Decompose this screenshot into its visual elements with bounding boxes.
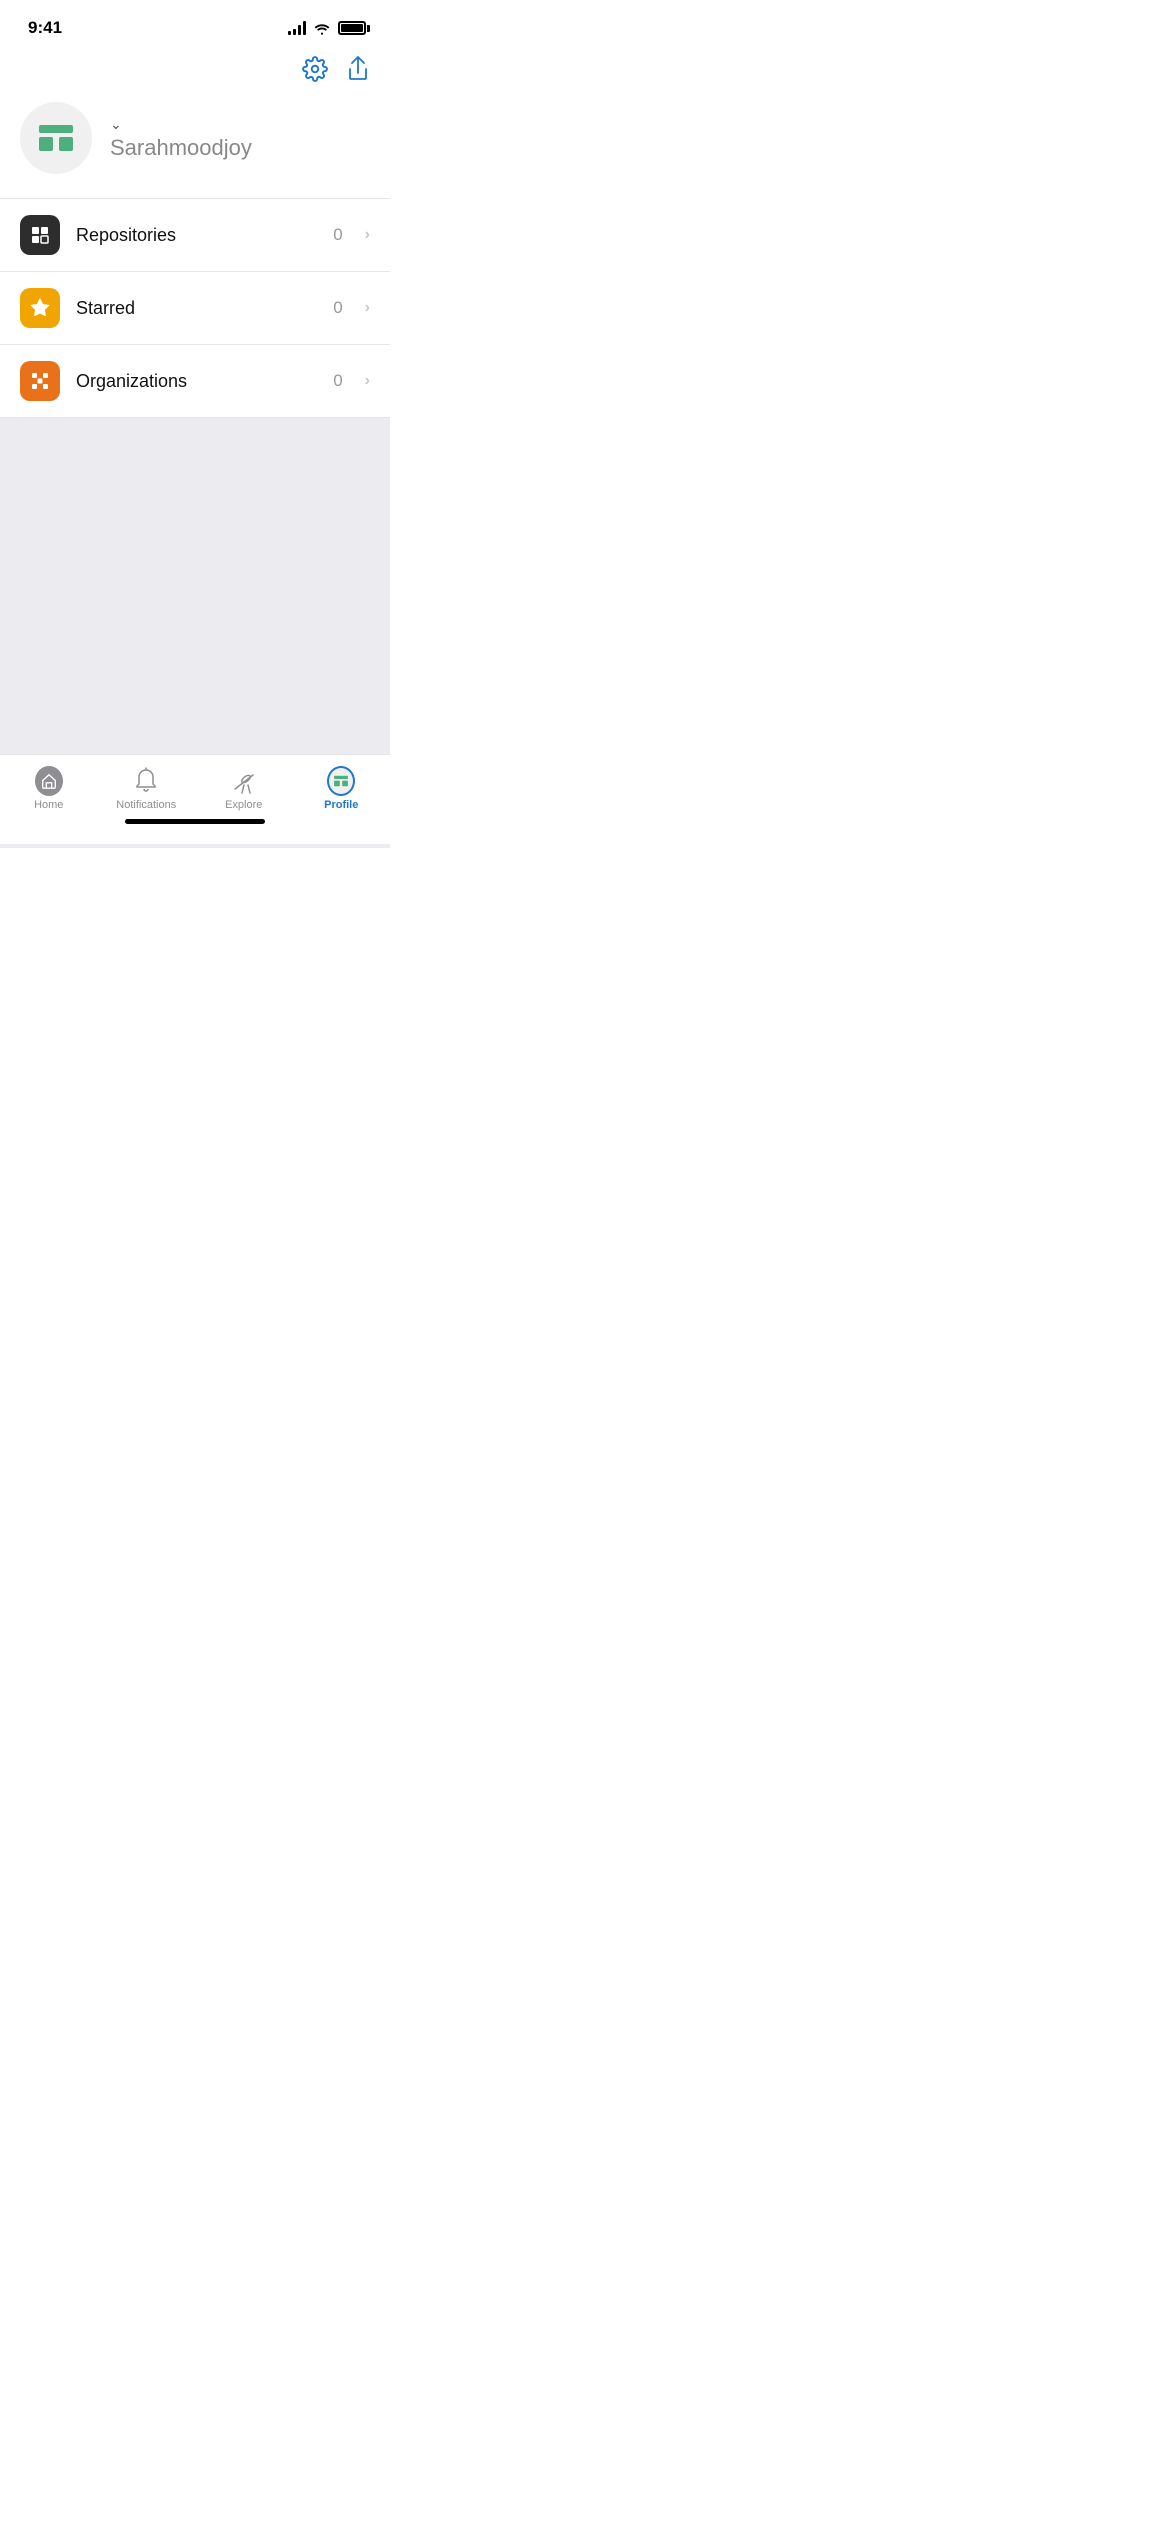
bell-icon [133,767,159,795]
starred-chevron: › [365,299,370,317]
starred-icon-wrap [20,288,60,328]
repositories-count: 0 [333,225,342,245]
nav-items: Home Notifications [0,763,390,811]
gear-icon [302,56,328,82]
nav-home[interactable]: Home [14,763,84,811]
status-icons [288,21,370,35]
organizations-chevron: › [365,372,370,390]
home-label: Home [34,799,63,811]
star-icon [29,297,51,319]
avatar-logo [29,111,83,165]
profile-section: ⌄ Sarahmoodjoy [0,90,390,198]
nav-explore[interactable]: Explore [209,763,279,811]
menu-list: Repositories 0 › Starred 0 › Organizatio… [0,199,390,418]
organizations-item[interactable]: Organizations 0 › [0,345,390,418]
share-icon [346,56,370,82]
house-icon [40,772,58,790]
settings-button[interactable] [302,56,328,82]
repositories-icon [29,224,51,246]
nav-profile[interactable]: Profile [306,763,376,811]
organizations-icon [29,370,51,392]
profile-label: Profile [324,799,358,811]
status-time: 9:41 [28,18,62,38]
wifi-icon [313,21,331,35]
repositories-item[interactable]: Repositories 0 › [0,199,390,272]
telescope-icon [230,767,258,795]
username: Sarahmoodjoy [110,135,252,161]
organizations-label: Organizations [76,371,317,392]
repositories-label: Repositories [76,225,317,246]
profile-nav-icon [327,767,355,795]
bottom-nav: Home Notifications [0,754,390,844]
starred-item[interactable]: Starred 0 › [0,272,390,345]
status-bar: 9:41 [0,0,390,48]
starred-count: 0 [333,298,342,318]
share-button[interactable] [346,56,370,82]
account-switcher[interactable]: ⌄ [110,116,252,133]
home-icon [35,767,63,795]
notifications-label: Notifications [116,799,176,811]
organizations-icon-wrap [20,361,60,401]
repositories-icon-wrap [20,215,60,255]
explore-icon [230,767,258,795]
explore-label: Explore [225,799,262,811]
header-actions [0,48,390,90]
signal-icon [288,21,306,35]
nav-notifications[interactable]: Notifications [111,763,181,811]
repositories-chevron: › [365,226,370,244]
starred-label: Starred [76,298,317,319]
notifications-icon [132,767,160,795]
battery-icon [338,21,370,35]
profile-info: ⌄ Sarahmoodjoy [110,116,252,161]
chevron-down-icon: ⌄ [110,116,122,133]
organizations-count: 0 [333,371,342,391]
avatar[interactable] [20,102,92,174]
profile-avatar-logo [330,770,352,792]
home-indicator [125,819,265,824]
